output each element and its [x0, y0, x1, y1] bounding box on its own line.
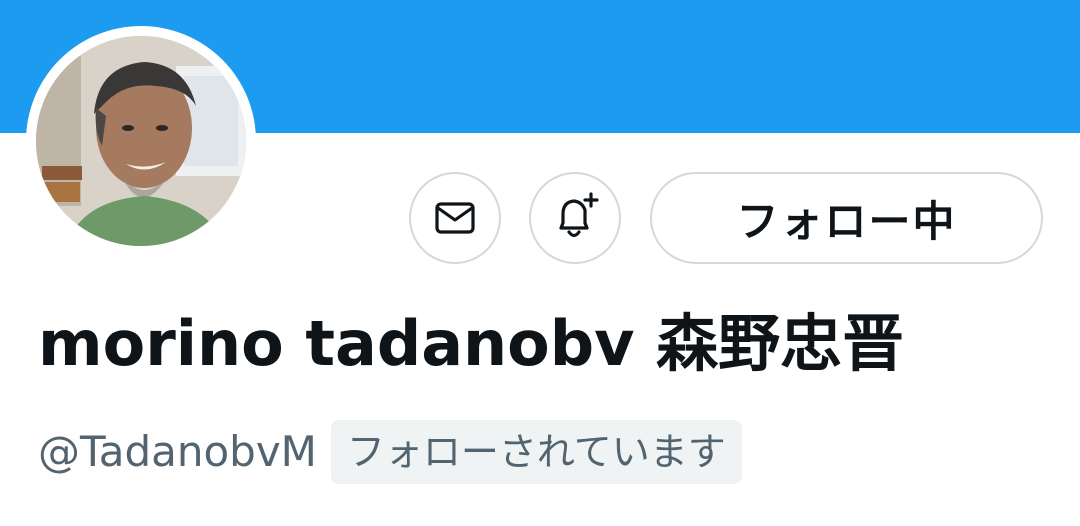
follows-you-badge: フォローされています [330, 420, 742, 484]
avatar[interactable] [36, 36, 246, 246]
user-handle: @TadanobvM [38, 427, 317, 476]
notifications-button[interactable] [529, 172, 621, 264]
avatar-photo [36, 36, 246, 246]
mail-icon [435, 202, 475, 234]
display-name: morino tadanobv 森野忠晋 [38, 307, 905, 380]
following-button[interactable]: フォロー中 [650, 172, 1043, 264]
handle-row: @TadanobvM フォローされています [38, 420, 742, 484]
message-button[interactable] [409, 172, 501, 264]
bell-plus-icon [559, 192, 599, 238]
